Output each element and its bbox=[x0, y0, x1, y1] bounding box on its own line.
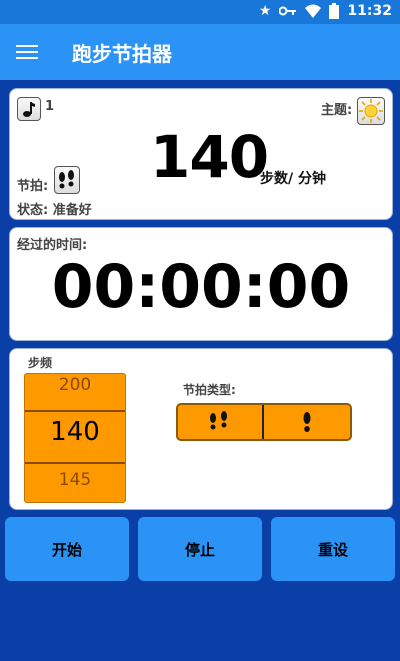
status-bar: ★ 11:32 bbox=[0, 0, 400, 24]
footprints-icon bbox=[210, 411, 227, 430]
elapsed-card: 经过的时间: 00:00:00 bbox=[9, 227, 393, 341]
music-note-button[interactable] bbox=[17, 97, 41, 121]
beat-label: 节拍: bbox=[17, 179, 49, 194]
elapsed-label: 经过的时间: bbox=[17, 238, 88, 253]
start-button[interactable]: 开始 bbox=[5, 517, 129, 581]
cadence-label: 步频 bbox=[28, 356, 53, 370]
sun-icon bbox=[359, 99, 383, 123]
menu-button[interactable] bbox=[16, 41, 38, 63]
theme-button[interactable] bbox=[357, 97, 385, 125]
picker-prev-value[interactable]: 200 bbox=[25, 375, 125, 395]
star-icon: ★ bbox=[258, 3, 272, 19]
cadence-picker[interactable]: 200 140 145 bbox=[24, 373, 126, 503]
status-icons: ★ 11:32 bbox=[259, 3, 392, 19]
state-label: 状态: 准备好 bbox=[17, 203, 92, 218]
footprint-icon bbox=[303, 412, 311, 432]
picker-next-value[interactable]: 145 bbox=[25, 470, 125, 490]
theme-label: 主题: bbox=[321, 103, 353, 118]
beat-type-label: 节拍类型: bbox=[183, 383, 236, 397]
beat-type-one-foot[interactable] bbox=[264, 405, 350, 439]
music-count: 1 bbox=[45, 99, 55, 114]
bpm-value: 140 bbox=[150, 123, 269, 191]
beat-button[interactable] bbox=[54, 166, 80, 194]
stop-button[interactable]: 停止 bbox=[138, 517, 262, 581]
reset-button[interactable]: 重设 bbox=[271, 517, 395, 581]
wifi-icon bbox=[305, 4, 322, 18]
app-bar: 跑步节拍器 bbox=[0, 24, 400, 80]
footprints-icon bbox=[59, 170, 74, 189]
bpm-card: 1 主题: 140 步数/ 分钟 节拍: 状态: 准备好 bbox=[9, 88, 393, 220]
timer-display: 00:00:00 bbox=[51, 252, 351, 322]
key-icon bbox=[279, 6, 297, 16]
beat-type-two-feet[interactable] bbox=[178, 405, 264, 439]
cadence-card: 步频 200 140 145 节拍类型: bbox=[9, 348, 393, 510]
clock: 11:32 bbox=[347, 3, 392, 19]
battery-icon bbox=[329, 3, 340, 19]
picker-divider-bottom bbox=[25, 462, 125, 464]
picker-current-value[interactable]: 140 bbox=[25, 417, 125, 447]
bpm-unit: 步数/ 分钟 bbox=[260, 171, 326, 187]
beat-type-selector bbox=[176, 403, 352, 441]
music-note-icon bbox=[23, 102, 35, 117]
hamburger-icon bbox=[16, 45, 38, 47]
app-title: 跑步节拍器 bbox=[72, 42, 172, 66]
picker-divider-top bbox=[25, 410, 125, 412]
